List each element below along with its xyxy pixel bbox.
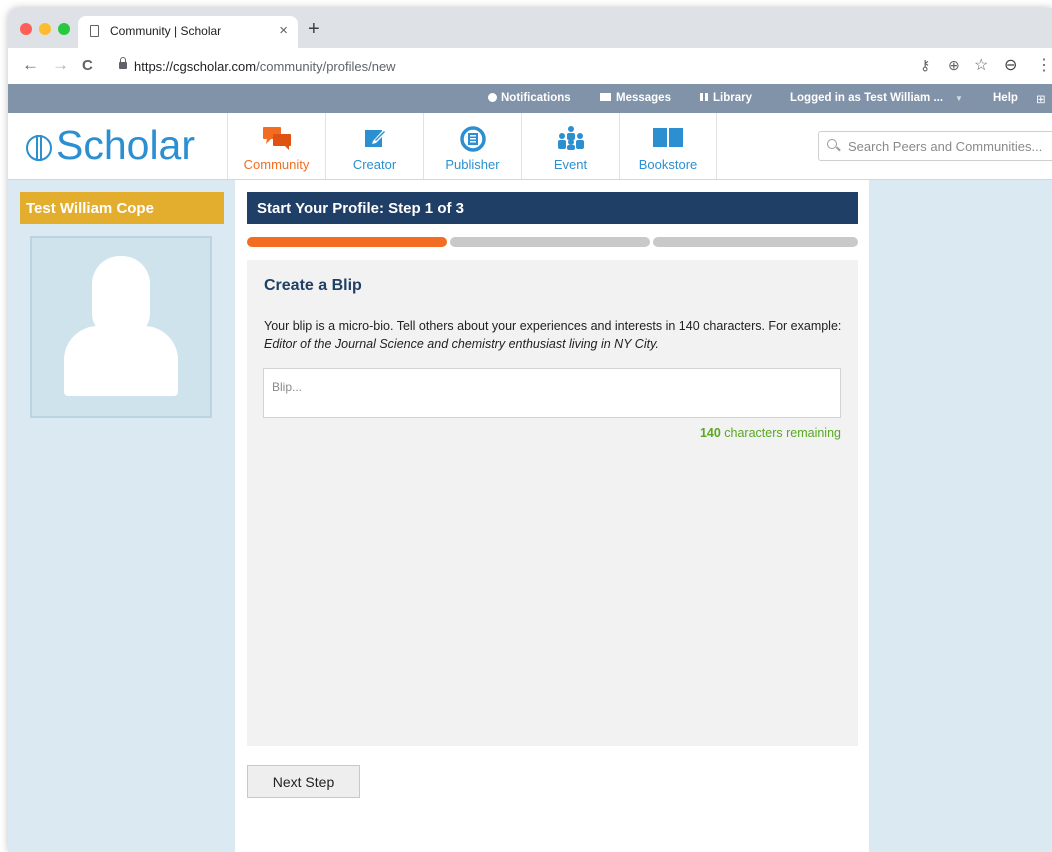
nav-publisher[interactable]: Publisher (423, 113, 521, 179)
bookmark-star-icon[interactable]: ☆ (974, 55, 988, 75)
card-title: Create a Blip (264, 277, 362, 294)
search-input[interactable]: Search Peers and Communities... (818, 131, 1052, 161)
search-placeholder: Search Peers and Communities... (848, 139, 1043, 154)
message-icon (600, 93, 611, 101)
description-example: Editor of the Journal Science and chemis… (264, 337, 659, 351)
nav-bookstore[interactable]: Bookstore (619, 113, 717, 179)
nav-bookstore-label: Bookstore (638, 157, 698, 172)
nav-community[interactable]: Community (227, 113, 325, 179)
nav-event[interactable]: Event (521, 113, 619, 179)
chevron-down-icon: ▼ (955, 94, 963, 103)
creator-icon (364, 129, 387, 147)
remaining-label: characters remaining (720, 426, 841, 440)
step-title: Start Your Profile: Step 1 of 3 (257, 200, 464, 217)
nav-creator[interactable]: Creator (325, 113, 423, 179)
avatar-body (64, 326, 178, 396)
search-icon (827, 139, 837, 149)
scholar-logo[interactable]: Scholar (56, 122, 195, 169)
new-tab-button[interactable]: + (308, 18, 320, 41)
progress-step-1 (247, 237, 447, 247)
address-bar: ← → C https://cgscholar.com/community/pr… (8, 48, 1052, 85)
blip-placeholder: Blip... (272, 380, 303, 394)
community-icon (262, 127, 291, 150)
browser-menu-icon[interactable]: ⋮ (1036, 55, 1052, 75)
progress-step-2 (450, 237, 650, 247)
description-text: Your blip is a micro-bio. Tell others ab… (264, 319, 842, 333)
notifications-link[interactable]: Notifications (488, 92, 571, 104)
key-icon[interactable]: ⚷ (920, 57, 930, 74)
nav-creator-label: Creator (352, 157, 397, 172)
characters-remaining: 140 characters remaining (568, 426, 841, 440)
publisher-icon (459, 126, 486, 152)
close-window-button[interactable] (20, 23, 32, 35)
back-icon[interactable]: ← (22, 55, 39, 75)
url-path: /community/profiles/new (256, 59, 396, 74)
site-header: Scholar Community Creator Publisher Even… (8, 113, 1052, 180)
scholar-logo-icon[interactable] (26, 135, 52, 161)
nav-community-label: Community (243, 157, 310, 172)
avatar[interactable] (30, 236, 212, 418)
library-icon (700, 93, 708, 101)
remaining-count: 140 (699, 426, 721, 440)
help-link[interactable]: Help (993, 92, 1018, 104)
messages-label: Messages (616, 92, 671, 104)
profile-name-bar: Test William Cope (20, 192, 224, 224)
blip-input[interactable]: Blip... (263, 368, 841, 418)
profile-name: Test William Cope (26, 200, 154, 217)
notification-icon (488, 93, 497, 102)
account-icon[interactable]: ⊖ (1004, 55, 1017, 75)
avatar-head (92, 256, 150, 336)
progress-step-3 (653, 237, 858, 247)
messages-link[interactable]: Messages (600, 92, 671, 104)
tab-bar: Community | Scholar × + (8, 8, 1052, 48)
tab-title: Community | Scholar (110, 24, 222, 38)
forward-icon[interactable]: → (52, 55, 69, 75)
user-menu[interactable]: Logged in as Test William ... ▼ (790, 92, 963, 104)
logged-in-label: Logged in as Test William ... (790, 92, 944, 104)
url-host: https://cgscholar.com (134, 59, 257, 74)
bookstore-icon (653, 128, 683, 147)
minimize-window-button[interactable] (39, 23, 51, 35)
zoom-icon[interactable]: ⊕ (948, 57, 960, 74)
blip-description: Your blip is a micro-bio. Tell others ab… (264, 317, 846, 353)
maximize-window-button[interactable] (58, 23, 70, 35)
page-icon (90, 25, 99, 37)
site-topbar: Notifications Messages Library Logged in… (8, 84, 1052, 113)
library-label: Library (713, 92, 752, 104)
nav-event-label: Event (553, 157, 588, 172)
url-field[interactable]: https://cgscholar.com/community/profiles… (134, 59, 396, 74)
notifications-label: Notifications (501, 92, 571, 104)
browser-tab[interactable]: Community | Scholar × (78, 16, 298, 48)
browser-window: Community | Scholar × + ← → C https://cg… (8, 8, 1052, 852)
next-step-button[interactable]: Next Step (247, 765, 360, 798)
event-icon (557, 126, 584, 150)
step-header: Start Your Profile: Step 1 of 3 (247, 192, 858, 224)
nav-publisher-label: Publisher (445, 157, 500, 172)
cart-icon[interactable]: ⊞ (1036, 92, 1046, 106)
reload-icon[interactable]: C (82, 57, 93, 74)
close-tab-icon[interactable]: × (279, 22, 288, 39)
library-link[interactable]: Library (700, 92, 752, 104)
lock-icon (119, 57, 127, 69)
